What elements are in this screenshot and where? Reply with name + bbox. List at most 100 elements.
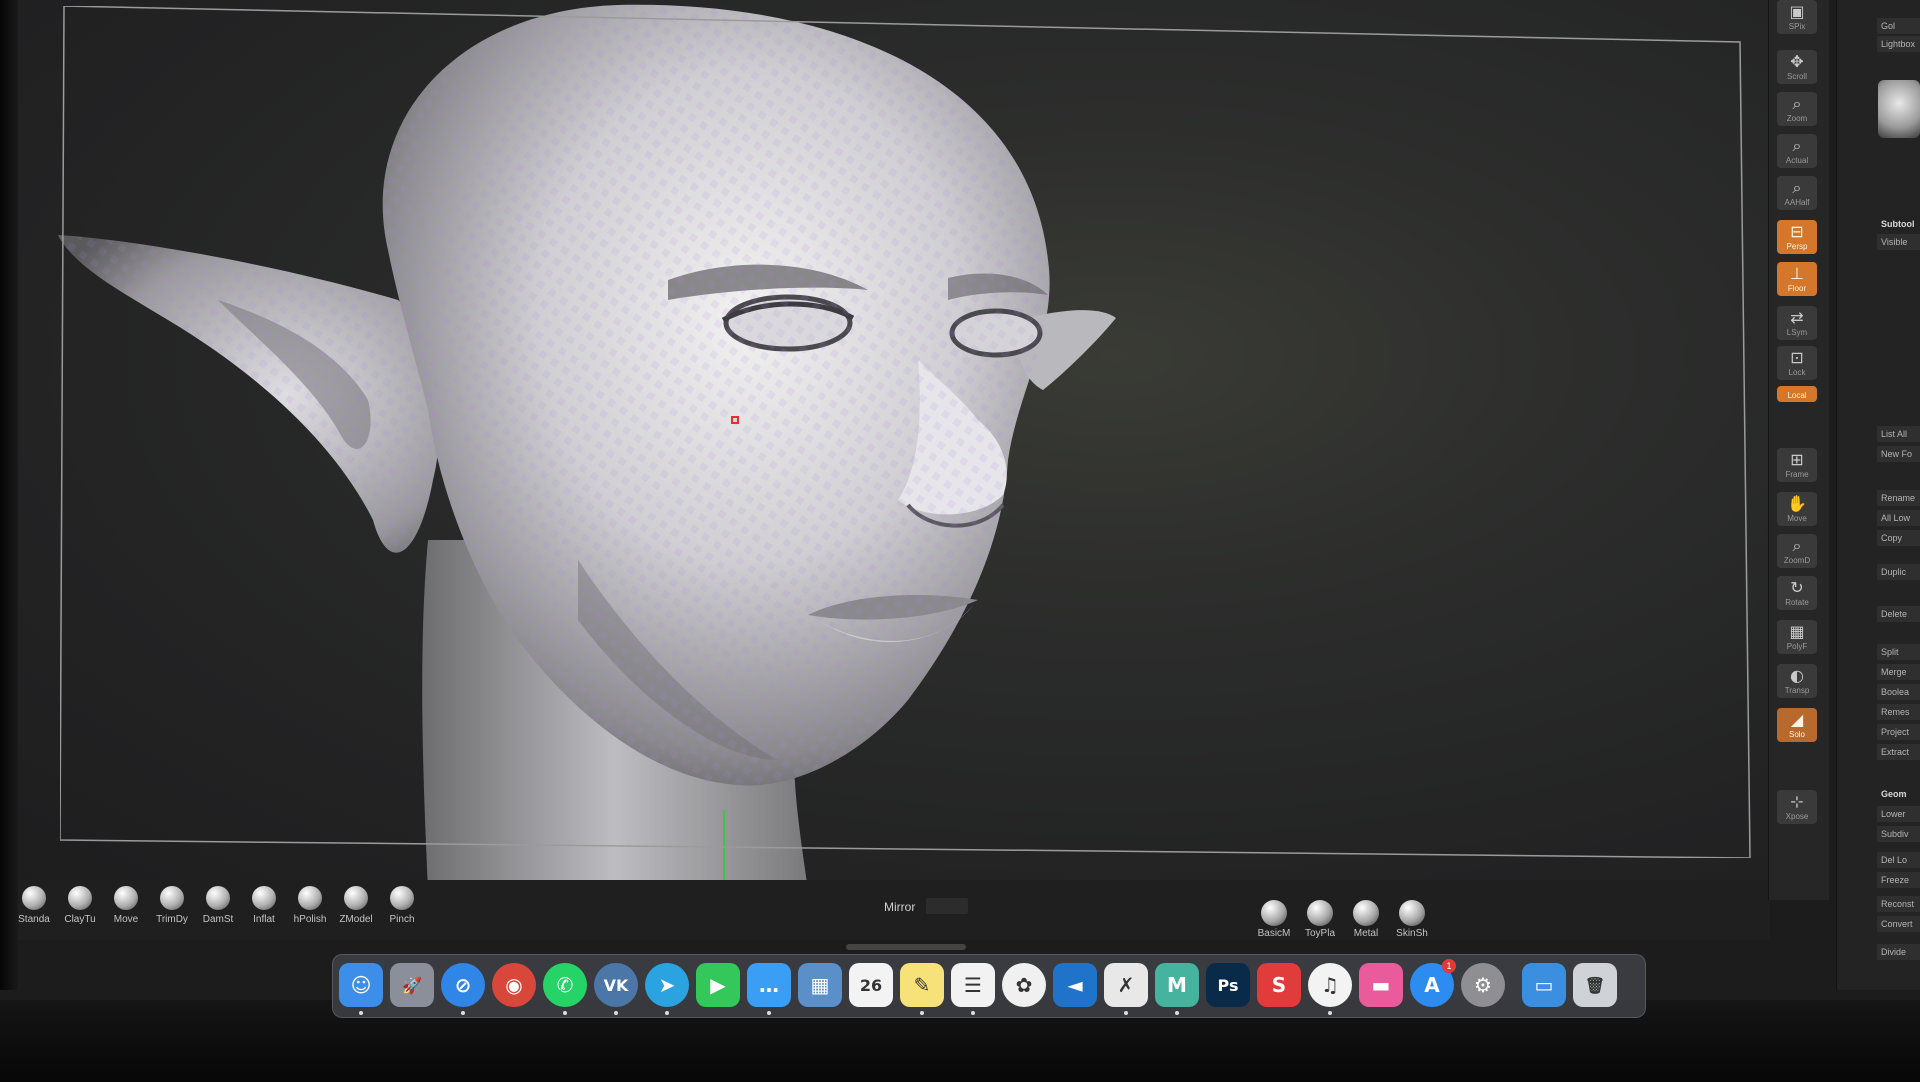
panel-item[interactable]: Duplic [1877, 564, 1920, 580]
settings-icon[interactable]: ⚙ [1461, 963, 1505, 1007]
brush-pinch[interactable]: Pinch [380, 886, 424, 934]
finder-icon[interactable]: ☺ [339, 963, 383, 1007]
panel-item[interactable]: Convert [1877, 916, 1920, 932]
launchpad-icon[interactable]: 🚀 [390, 963, 434, 1007]
downloads-folder-icon[interactable]: ▭ [1522, 963, 1566, 1007]
itunes-icon[interactable]: ♫ [1308, 963, 1352, 1007]
brush-move[interactable]: Move [104, 886, 148, 934]
panel-item[interactable]: Reconst [1877, 896, 1920, 912]
photoshop-icon[interactable]: Ps [1206, 963, 1250, 1007]
brush-standard[interactable]: Standa [12, 886, 56, 934]
material-toyplastic[interactable]: ToyPla [1298, 900, 1342, 946]
preview-icon[interactable]: ▦ [798, 963, 842, 1007]
tool-move[interactable]: ✋ Move [1777, 492, 1817, 526]
panel-item[interactable]: Merge [1877, 664, 1920, 680]
panel-item[interactable]: Split [1877, 644, 1920, 660]
vscode-icon[interactable]: ◄ [1053, 963, 1097, 1007]
panel-item[interactable]: Visible [1877, 234, 1920, 250]
tool-zoomd[interactable]: ⌕ ZoomD [1777, 534, 1817, 568]
subtool-panel: Gol Lightbox Subtool Visible List All Ne… [1836, 0, 1920, 990]
brush-label: Move [113, 914, 139, 925]
reminders-icon[interactable]: ☰ [951, 963, 995, 1007]
panel-item[interactable]: Del Lo [1877, 852, 1920, 868]
brush-sphere-icon [298, 886, 322, 910]
tool-label: LSym [1786, 327, 1808, 337]
sculpted-elf-head[interactable] [18, 0, 1788, 890]
panel-item[interactable]: Subdiv [1877, 826, 1920, 842]
subtool-header[interactable]: Subtool [1877, 216, 1920, 232]
persp-icon: ⊟ [1790, 221, 1804, 241]
brush-damstandard[interactable]: DamSt [196, 886, 240, 934]
zbrush-icon[interactable]: ✗ [1104, 963, 1148, 1007]
panel-item[interactable]: Gol [1877, 18, 1920, 34]
brush-sphere-icon [206, 886, 230, 910]
messages-icon[interactable]: … [747, 963, 791, 1007]
tool-local[interactable]: Local [1777, 386, 1817, 402]
facetime-icon[interactable]: ▶ [696, 963, 740, 1007]
tool-persp[interactable]: ⊟ Persp [1777, 220, 1817, 254]
panel-item[interactable]: All Low [1877, 510, 1920, 526]
tool-spix[interactable]: ▣ SPix [1777, 0, 1817, 34]
macos-dock: ☺ 🚀 ⊘ ◉ ✆ VK ➤ ▶… ▦ 26 ✎ ☰ ✿ ◄ ✗ M Ps S ♫ ▬ A 1 ⚙ ▭ 🗑 [332, 954, 1646, 1018]
shelf-scroll-handle[interactable] [846, 944, 966, 950]
tool-lock[interactable]: ⊡ Lock [1777, 346, 1817, 380]
mirror-slider[interactable] [926, 898, 968, 914]
tool-aahalf[interactable]: ⌕ AAHalf [1777, 176, 1817, 210]
zbrush-viewport[interactable] [18, 0, 1788, 890]
panel-item[interactable]: Divide [1877, 944, 1920, 960]
substance-icon[interactable]: S [1257, 963, 1301, 1007]
tool-lsym[interactable]: ⇄ LSym [1777, 306, 1817, 340]
brush-label: TrimDy [156, 914, 188, 925]
panel-item[interactable]: New Fo [1877, 446, 1920, 462]
calendar-icon[interactable]: 26 [849, 963, 893, 1007]
brush-claytubes[interactable]: ClayTu [58, 886, 102, 934]
geometry-header[interactable]: Geom [1877, 786, 1920, 802]
tool-transp[interactable]: ◐ Transp [1777, 664, 1817, 698]
material-basic[interactable]: BasicM [1252, 900, 1296, 946]
tool-rotate[interactable]: ↻ Rotate [1777, 576, 1817, 610]
tool-thumbnail[interactable] [1878, 80, 1920, 138]
trash-icon[interactable]: 🗑 [1573, 963, 1617, 1007]
panel-item[interactable]: Extract [1877, 744, 1920, 760]
panel-item[interactable]: Remes [1877, 704, 1920, 720]
whatsapp-icon[interactable]: ✆ [543, 963, 587, 1007]
tool-zoom[interactable]: ⌕ Zoom [1777, 92, 1817, 126]
brush-sphere-icon [160, 886, 184, 910]
running-indicator [920, 1011, 924, 1015]
telegram-icon[interactable]: ➤ [645, 963, 689, 1007]
panel-item[interactable]: Copy [1877, 530, 1920, 546]
notes-icon[interactable]: ✎ [900, 963, 944, 1007]
lsym-icon: ⇄ [1790, 307, 1804, 327]
brush-inflat[interactable]: Inflat [242, 886, 286, 934]
material-sphere-icon [1353, 900, 1379, 926]
marvelous-icon[interactable]: M [1155, 963, 1199, 1007]
panel-item[interactable]: Lightbox [1877, 36, 1920, 52]
tool-solo[interactable]: ◢ Solo [1777, 708, 1817, 742]
tool-floor[interactable]: ⊥ Floor [1777, 262, 1817, 296]
tool-actual[interactable]: ⌕ Actual [1777, 134, 1817, 168]
material-metal[interactable]: Metal [1344, 900, 1388, 946]
tool-polyf[interactable]: ▦ PolyF [1777, 620, 1817, 654]
photos-icon[interactable]: ✿ [1002, 963, 1046, 1007]
brush-zmodeler[interactable]: ZModel [334, 886, 378, 934]
panel-item[interactable]: Rename [1877, 490, 1920, 506]
panel-item[interactable]: Freeze [1877, 872, 1920, 888]
tool-scroll[interactable]: ✥ Scroll [1777, 50, 1817, 84]
tool-label: Transp [1784, 685, 1810, 695]
tool-xpose[interactable]: ⊹ Xpose [1777, 790, 1817, 824]
material-label: BasicM [1257, 928, 1291, 939]
panel-item[interactable]: Delete [1877, 606, 1920, 622]
material-skinshade[interactable]: SkinSh [1390, 900, 1434, 946]
spix-icon: ▣ [1789, 1, 1805, 21]
pink-folder-icon[interactable]: ▬ [1359, 963, 1403, 1007]
tool-frame[interactable]: ⊞ Frame [1777, 448, 1817, 482]
safari-icon[interactable]: ⊘ [441, 963, 485, 1007]
panel-item[interactable]: Boolea [1877, 684, 1920, 700]
panel-item[interactable]: List All [1877, 426, 1920, 442]
panel-item[interactable]: Project [1877, 724, 1920, 740]
vk-icon[interactable]: VK [594, 963, 638, 1007]
chrome-icon[interactable]: ◉ [492, 963, 536, 1007]
panel-item[interactable]: Lower [1877, 806, 1920, 822]
brush-hpolish[interactable]: hPolish [288, 886, 332, 934]
brush-trimdynamic[interactable]: TrimDy [150, 886, 194, 934]
